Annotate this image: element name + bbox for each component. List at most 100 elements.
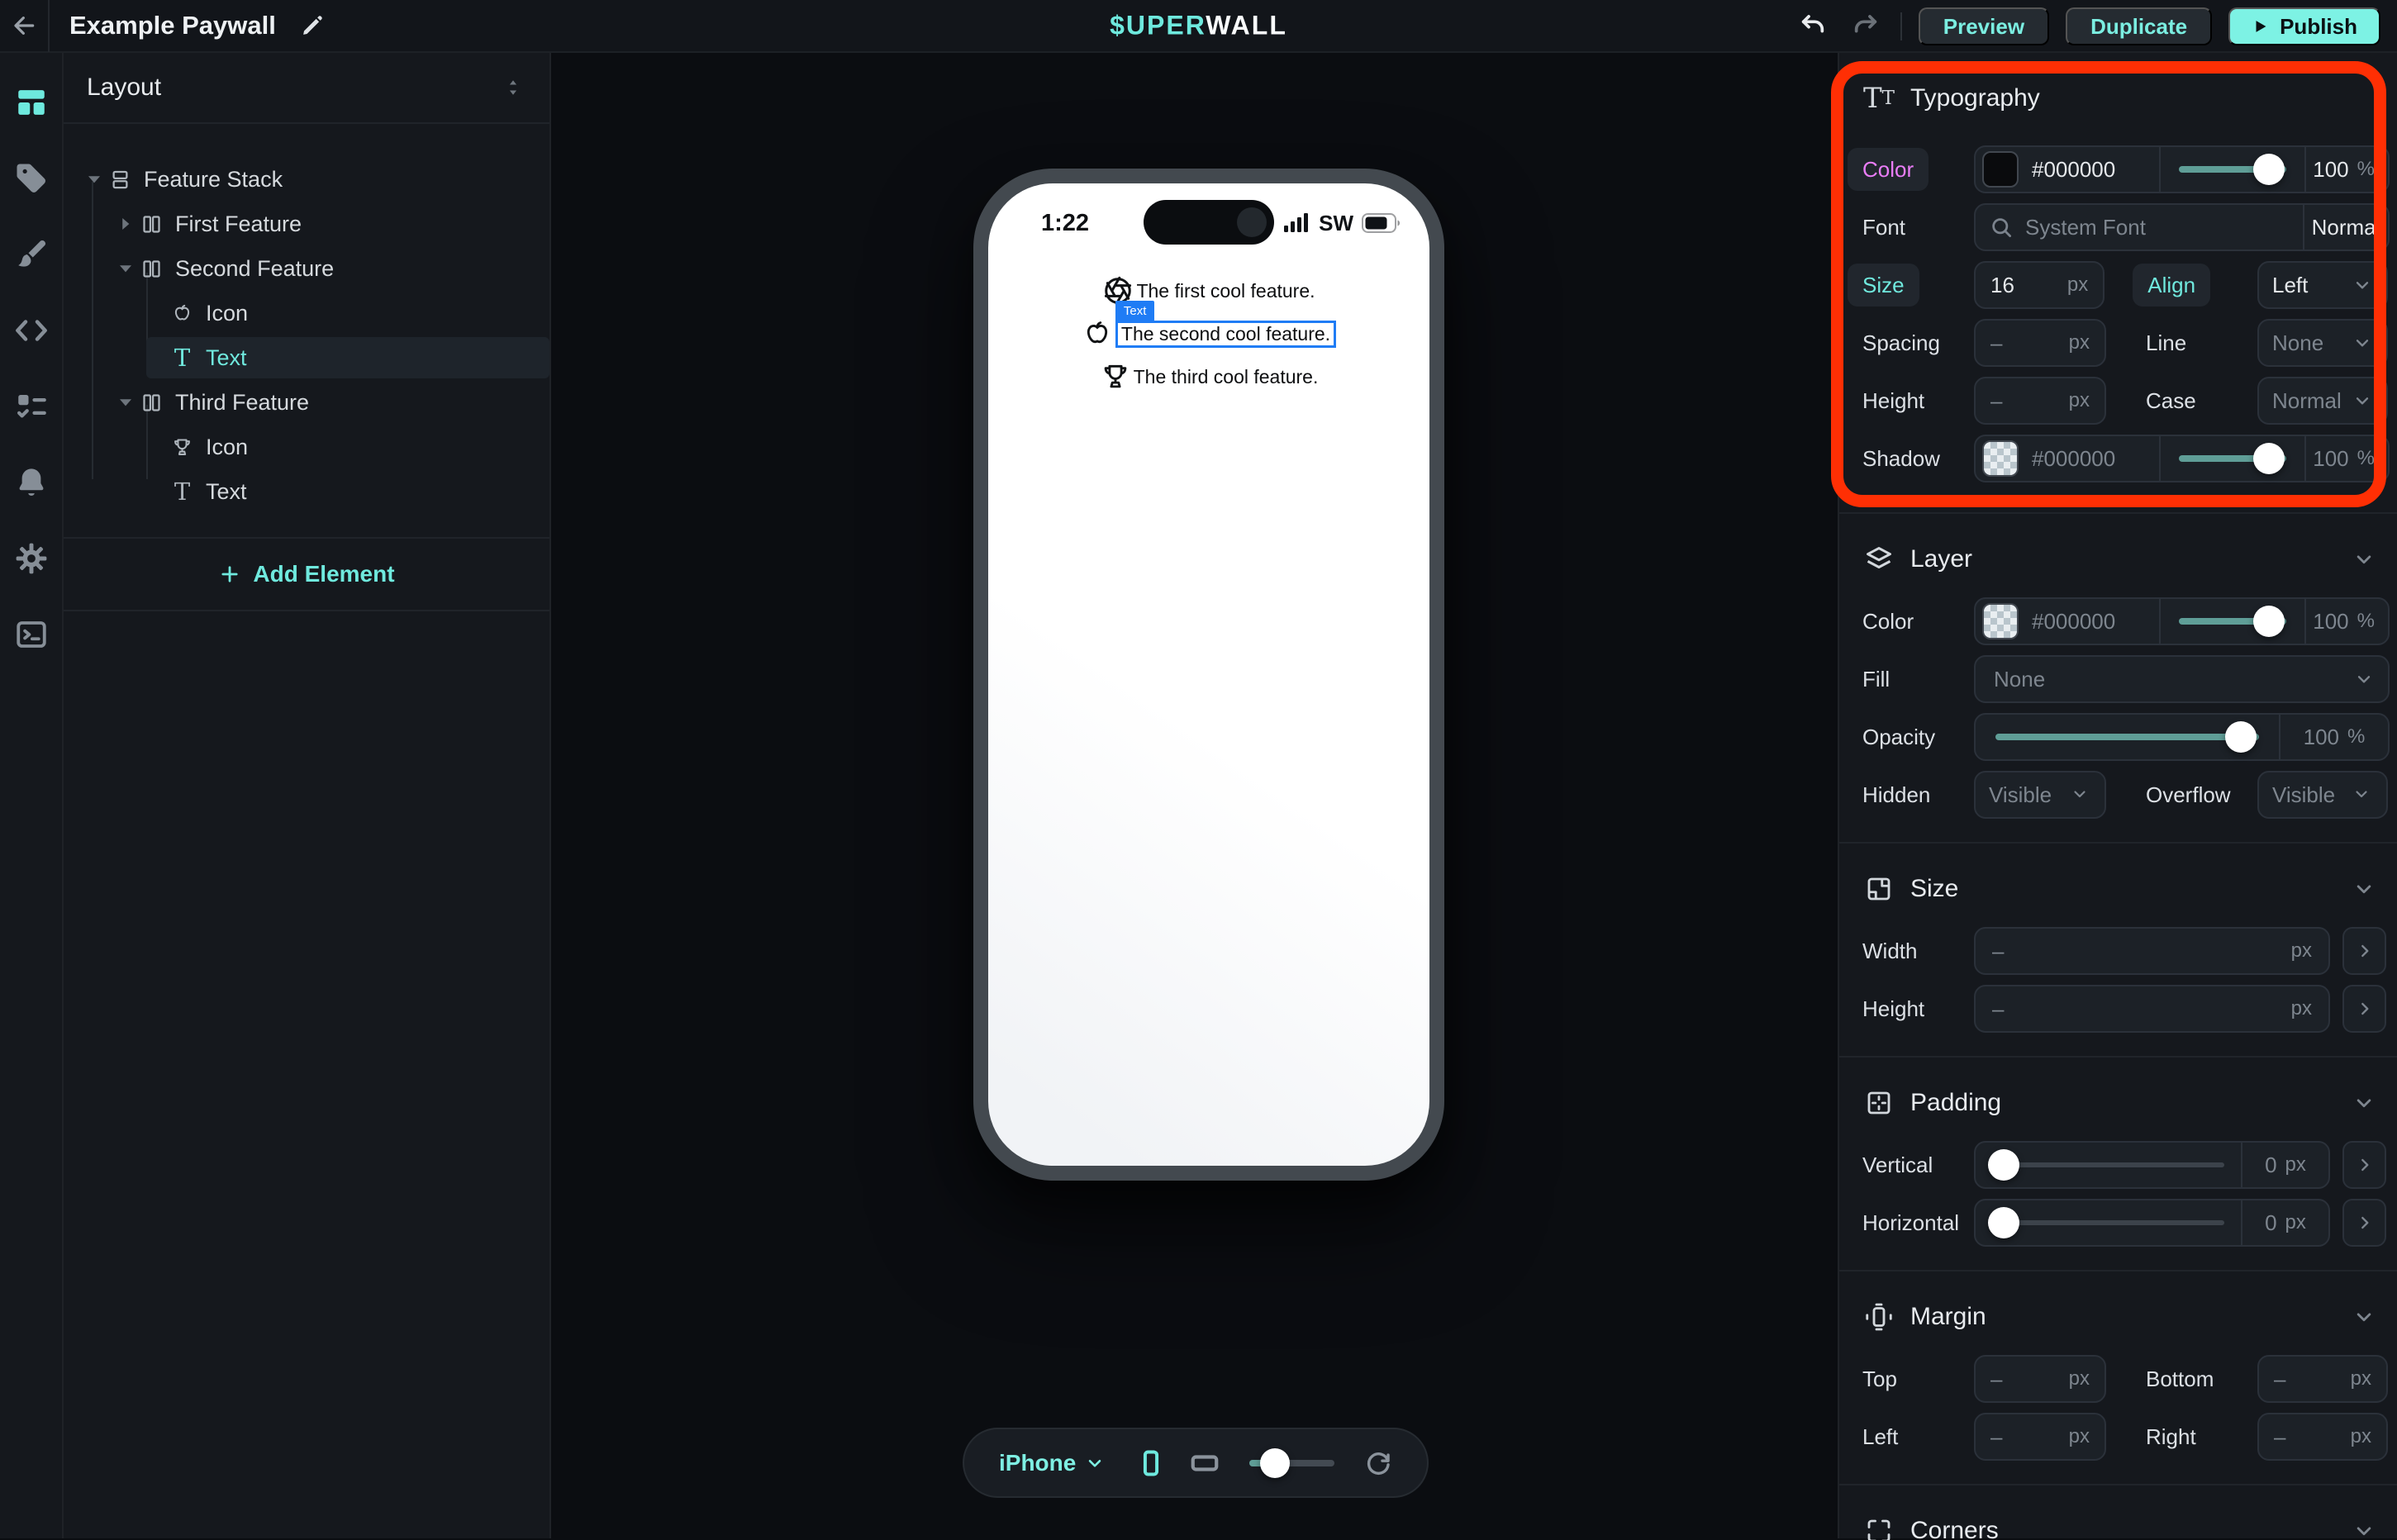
slider-handle[interactable]: [1988, 1207, 2019, 1238]
size-chip[interactable]: Size: [1848, 264, 1919, 307]
align-select[interactable]: Left: [2257, 261, 2388, 309]
sort-button[interactable]: [502, 76, 525, 99]
layer-color-opacity-slider[interactable]: [2179, 618, 2286, 625]
layer-color-swatch[interactable]: [1982, 603, 2019, 639]
tree-row-text[interactable]: T Text: [64, 469, 549, 514]
refresh-icon: [1364, 1449, 1392, 1477]
line-height-input[interactable]: –px: [1974, 377, 2106, 425]
tree-row-second-feature[interactable]: Second Feature: [64, 246, 549, 291]
tree-row-icon[interactable]: Icon: [64, 425, 549, 469]
portrait-toggle[interactable]: [1137, 1449, 1165, 1477]
refresh-button[interactable]: [1364, 1449, 1392, 1477]
landscape-toggle[interactable]: [1190, 1448, 1220, 1478]
font-search-input[interactable]: System Font: [1976, 205, 2303, 250]
rail-item-code[interactable]: [0, 292, 62, 368]
letter-spacing-input[interactable]: –px: [1974, 319, 2106, 367]
layer-header[interactable]: Layer: [1862, 537, 2388, 582]
caret-down-icon[interactable]: [115, 392, 136, 413]
shadow-opacity-slider[interactable]: [2179, 455, 2286, 462]
align-chip[interactable]: Align: [2133, 264, 2210, 307]
horizontal-padding-slider[interactable]: [1992, 1220, 2224, 1225]
color-hex[interactable]: #000000: [2032, 157, 2115, 183]
tree-row-feature-stack[interactable]: Feature Stack: [64, 157, 549, 202]
redo-button[interactable]: [1848, 8, 1884, 45]
device-select[interactable]: iPhone: [999, 1450, 1076, 1476]
vertical-padding-value[interactable]: 0: [2265, 1153, 2276, 1178]
margin-top-input[interactable]: –px: [1974, 1355, 2106, 1403]
typography-color-chip[interactable]: Color: [1848, 148, 1929, 191]
chevron-down-icon[interactable]: [2352, 1091, 2376, 1115]
chevron-down-icon[interactable]: [1084, 1452, 1106, 1474]
tree-row-icon[interactable]: Icon: [64, 291, 549, 335]
preview-button[interactable]: Preview: [1919, 7, 2049, 45]
publish-button[interactable]: Publish: [2228, 7, 2380, 45]
shadow-hex[interactable]: #000000: [2032, 446, 2115, 472]
slider-handle[interactable]: [1988, 1149, 2019, 1181]
opacity-value[interactable]: 100: [2304, 725, 2339, 750]
chevron-down-icon[interactable]: [2352, 547, 2376, 572]
chevron-down-icon[interactable]: [2352, 1519, 2376, 1540]
fill-select[interactable]: None: [1974, 655, 2390, 703]
caret-down-icon[interactable]: [115, 258, 136, 279]
back-button[interactable]: [0, 0, 48, 52]
feature-row[interactable]: The third cool feature.: [1100, 355, 1319, 398]
width-options-button[interactable]: [2342, 927, 2386, 975]
edit-title-button[interactable]: [294, 7, 331, 44]
width-input[interactable]: –px: [1974, 927, 2330, 975]
horizontal-options-button[interactable]: [2342, 1199, 2386, 1247]
shadow-swatch[interactable]: [1982, 440, 2019, 477]
shadow-opacity-value[interactable]: 100: [2313, 446, 2348, 472]
opacity-value[interactable]: 100: [2313, 157, 2348, 183]
rail-item-products[interactable]: [0, 140, 62, 216]
margin-header[interactable]: Margin: [1862, 1295, 2388, 1339]
rail-item-console[interactable]: [0, 597, 62, 673]
margin-bottom-input[interactable]: –px: [2257, 1355, 2388, 1403]
undo-button[interactable]: [1795, 8, 1831, 45]
canvas-selection-outline[interactable]: Text The second cool feature.: [1115, 321, 1336, 348]
height-options-button[interactable]: [2342, 985, 2386, 1033]
corners-header[interactable]: Corners: [1862, 1509, 2388, 1540]
duplicate-button[interactable]: Duplicate: [2066, 7, 2212, 45]
rail-item-variables[interactable]: [0, 368, 62, 444]
caret-right-icon[interactable]: [115, 213, 136, 235]
height-input[interactable]: –px: [1974, 985, 2330, 1033]
add-element-button[interactable]: Add Element: [64, 537, 549, 611]
margin-right-input[interactable]: –px: [2257, 1413, 2388, 1461]
color-swatch[interactable]: [1982, 151, 2019, 188]
typography-header[interactable]: TT Typography: [1862, 76, 2388, 121]
zoom-slider[interactable]: [1249, 1460, 1334, 1466]
rail-item-notifications[interactable]: [0, 444, 62, 520]
slider-handle[interactable]: [2253, 606, 2285, 637]
chevron-down-icon[interactable]: [2352, 877, 2376, 901]
tree-row-third-feature[interactable]: Third Feature: [64, 380, 549, 425]
rail-item-theme[interactable]: [0, 216, 62, 292]
font-size-input[interactable]: 16px: [1974, 261, 2105, 309]
tree-row-first-feature[interactable]: First Feature: [64, 202, 549, 246]
horizontal-padding-value[interactable]: 0: [2265, 1210, 2276, 1236]
vertical-padding-slider[interactable]: [1992, 1162, 2224, 1167]
layer-color-opacity-value[interactable]: 100: [2313, 609, 2348, 635]
opacity-slider[interactable]: [1995, 734, 2259, 740]
topbar: Example Paywall $UPERWALL Preview Duplic…: [0, 0, 2397, 53]
layer-color-hex[interactable]: #000000: [2032, 609, 2115, 635]
feature-row-selected[interactable]: Text The second cool feature.: [1082, 312, 1336, 355]
zoom-slider-handle[interactable]: [1260, 1448, 1290, 1478]
font-weight-select[interactable]: Normal: [2303, 205, 2388, 250]
line-select[interactable]: None: [2257, 319, 2388, 367]
tree-row-text-selected[interactable]: T Text: [64, 335, 549, 380]
slider-handle[interactable]: [2253, 154, 2285, 185]
vertical-options-button[interactable]: [2342, 1141, 2386, 1189]
hidden-select[interactable]: Visible: [1974, 771, 2106, 819]
slider-handle[interactable]: [2253, 443, 2285, 474]
rail-item-layout[interactable]: [0, 64, 62, 140]
case-select[interactable]: Normal: [2257, 377, 2388, 425]
margin-left-input[interactable]: –px: [1974, 1413, 2106, 1461]
caret-down-icon[interactable]: [83, 169, 105, 190]
chevron-down-icon[interactable]: [2352, 1305, 2376, 1329]
rail-item-settings[interactable]: [0, 520, 62, 597]
size-header[interactable]: Size: [1862, 867, 2388, 911]
slider-handle[interactable]: [2225, 721, 2257, 753]
padding-header[interactable]: Padding: [1862, 1081, 2388, 1125]
color-opacity-slider[interactable]: [2179, 166, 2286, 173]
overflow-select[interactable]: Visible: [2257, 771, 2388, 819]
